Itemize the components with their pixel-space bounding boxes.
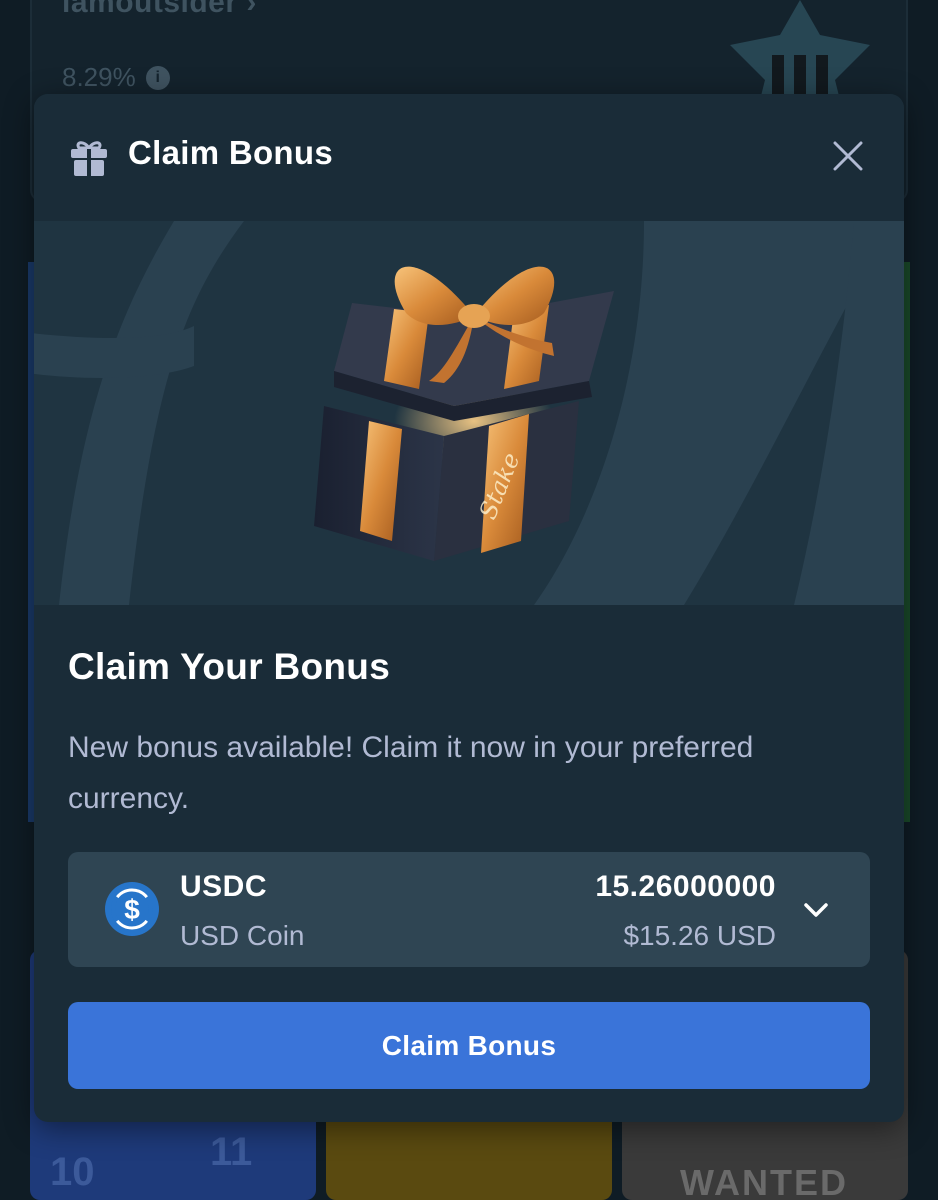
gift-box-illustration: Stake <box>34 221 904 605</box>
claim-bonus-button[interactable]: Claim Bonus <box>68 1002 870 1089</box>
currency-usd-value: $15.26 USD <box>623 920 776 951</box>
currency-amount: 15.26000000 <box>595 870 776 903</box>
gift-icon <box>71 141 107 176</box>
background-tile-label: WANTED <box>680 1162 848 1200</box>
currency-name: USD Coin <box>180 920 305 951</box>
rank-emblem-icon <box>730 0 870 100</box>
content-title: Claim Your Bonus <box>68 646 391 687</box>
background-tile-number: 10 <box>50 1150 95 1194</box>
background-username: iamoutsider › <box>62 0 257 20</box>
close-button[interactable] <box>828 136 868 176</box>
content-description: New bonus available! Claim it now in you… <box>68 731 754 815</box>
bonus-hero-banner: Stake <box>34 221 904 605</box>
currency-selector[interactable]: $ USDC USD Coin 15.26000000 $15.26 USD <box>68 852 870 967</box>
background-tile-number: 11 <box>210 1130 253 1174</box>
background-percent-text: 8.29% <box>62 62 136 92</box>
chevron-down-icon[interactable] <box>802 896 830 924</box>
claim-bonus-modal: Claim Bonus Stake Claim Your Bonus New b… <box>34 94 904 1122</box>
modal-title: Claim Bonus <box>128 134 333 171</box>
currency-symbol: USDC <box>180 870 268 903</box>
chevron-right-icon: › <box>246 0 257 19</box>
usdc-coin-icon: $ <box>105 882 159 936</box>
close-icon[interactable] <box>833 141 863 171</box>
background-percent: 8.29% i <box>62 62 170 93</box>
background-username-text: iamoutsider <box>62 0 238 19</box>
info-icon: i <box>145 65 170 90</box>
modal-header: Claim Bonus <box>34 94 904 221</box>
svg-text:$: $ <box>124 894 140 925</box>
